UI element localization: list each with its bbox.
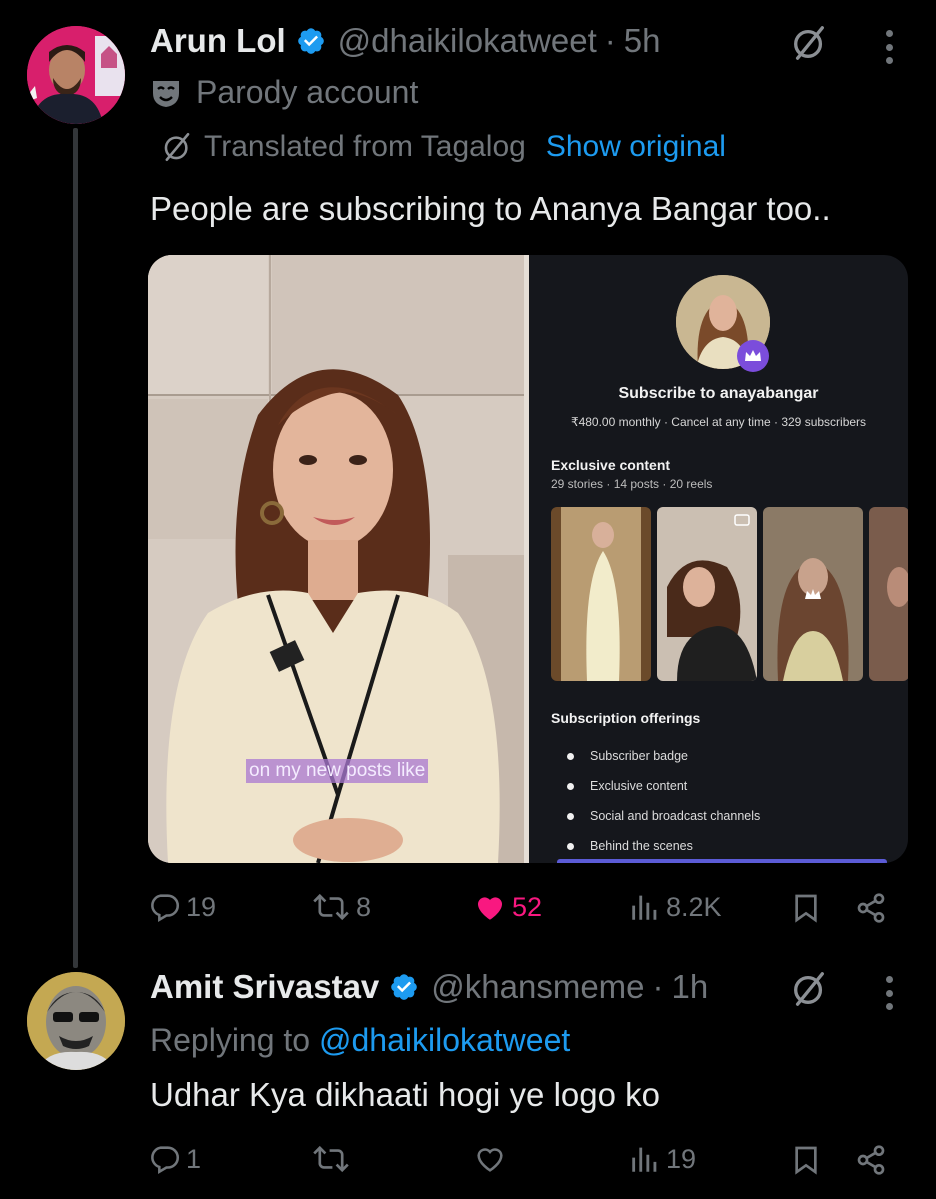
reply-timestamp[interactable]: 1h [672,968,709,1006]
views-count: 8.2K [666,891,722,922]
like-button[interactable]: 52 [472,890,542,924]
offering-item: Subscriber badge [567,741,760,771]
offering-item: Social and broadcast channels [567,801,760,831]
timestamp[interactable]: 5h [624,22,661,60]
reply-count: 1 [186,1143,202,1174]
bookmark-icon[interactable] [790,1144,822,1176]
author-name[interactable]: Arun Lol [150,22,286,60]
offering-item: Exclusive content [567,771,760,801]
exclusive-meta: 29 stories · 14 posts · 20 reels [551,477,713,491]
reply-author-name[interactable]: Amit Srivastav [150,968,379,1006]
replying-to-handle[interactable]: @dhaikilokatweet [319,1022,570,1058]
crown-badge-icon [737,340,769,372]
exclusive-title: Exclusive content [551,457,671,473]
views-button[interactable]: 8.2K [628,890,722,924]
repost-button[interactable]: 8 [310,890,371,924]
verified-badge-icon [297,28,324,54]
bookmark-icon[interactable] [790,892,822,924]
repost-icon [313,893,349,921]
tweet-media[interactable]: on my new posts like Subscribe to anayab… [148,255,908,863]
separator-dot: · [652,968,664,1005]
avatar[interactable] [27,26,125,124]
reply-button[interactable]: 1 [148,1142,201,1176]
thumbnail [869,507,908,681]
parody-label: Parody account [150,74,418,111]
replying-to: Replying to @dhaikilokatweet [150,1022,570,1059]
reply-header: Amit Srivastav @khansmeme · 1h [150,968,708,1006]
share-icon[interactable] [854,892,888,924]
like-button[interactable] [472,1142,512,1176]
separator-dot: · [604,22,616,59]
like-count: 52 [512,891,543,922]
translate-icon [164,132,190,162]
reply-icon [151,1146,180,1175]
author-handle[interactable]: @dhaikilokatweet [338,22,597,60]
reply-author-handle[interactable]: @khansmeme [431,968,644,1006]
tweet-actions: 19 8 52 8.2K [148,888,898,928]
translation-row: Translated from Tagalog Show original [160,130,726,164]
thread-line [73,128,78,968]
repost-icon [313,1145,349,1173]
video-still: on my new posts like [148,255,524,863]
reply-count: 19 [186,891,217,922]
repost-button[interactable] [310,1142,356,1176]
views-count: 19 [666,1143,697,1174]
views-icon [632,895,657,920]
views-icon [632,1147,657,1172]
grok-icon[interactable] [790,24,828,62]
subscribe-button [557,859,887,863]
like-icon [477,897,503,920]
offering-item: Behind the scenes [567,831,760,861]
subscribe-meta: ₹480.00 monthly · Cancel at any time · 3… [570,415,867,429]
parody-text: Parody account [196,74,419,110]
grok-icon[interactable] [790,970,828,1008]
offerings-list: Subscriber badge Exclusive content Socia… [567,741,760,861]
exclusive-thumbnails [551,507,908,681]
reply-actions: 1 19 [148,1140,898,1180]
thumbnail [657,507,757,681]
subscription-screenshot: Subscribe to anayabangar ₹480.00 monthly… [529,255,908,863]
reply-icon [151,894,180,923]
reply-avatar[interactable] [27,972,125,1070]
share-icon[interactable] [854,1144,888,1176]
more-icon[interactable] [884,976,894,1010]
like-icon [477,1148,503,1172]
replying-to-label: Replying to [150,1022,311,1058]
thumbnail [551,507,651,681]
tweet-text: People are subscribing to Ananya Bangar … [150,190,831,227]
thumbnail [763,507,863,681]
tweet-header: Arun Lol @dhaikilokatweet · 5h [150,22,661,60]
more-icon[interactable] [884,30,894,64]
views-button[interactable]: 19 [628,1142,696,1176]
reply-text: Udhar Kya dikhaati hogi ye logo ko [150,1076,660,1113]
subscribe-title: Subscribe to anayabangar [618,385,819,402]
reply-button[interactable]: 19 [148,890,216,924]
repost-count: 8 [356,891,372,922]
translated-label: Translated from Tagalog [204,130,526,163]
offerings-title: Subscription offerings [551,710,701,726]
show-original-link[interactable]: Show original [546,130,726,164]
video-caption: on my new posts like [246,759,429,783]
verified-badge-icon [391,974,418,1000]
parody-mask-icon [153,80,179,107]
